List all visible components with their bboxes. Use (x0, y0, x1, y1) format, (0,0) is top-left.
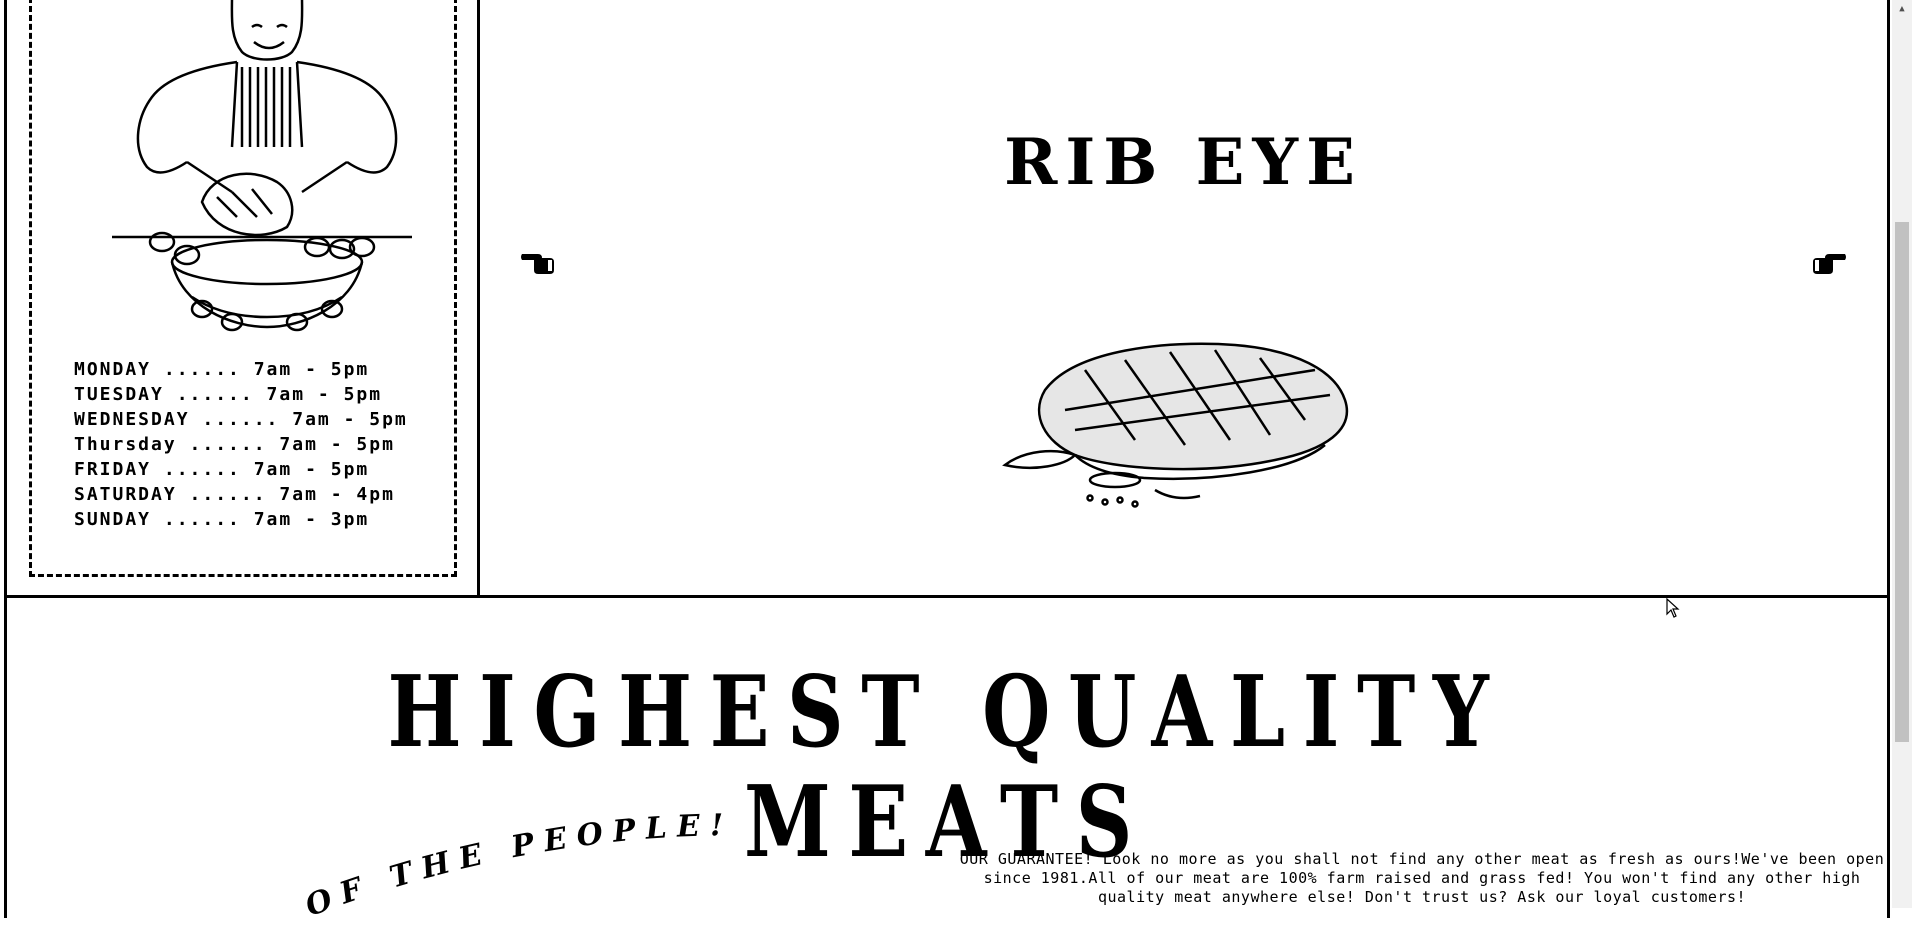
curved-slogan: OF THE PEOPLE! (301, 808, 734, 924)
butcher-illustration (112, 0, 412, 332)
hours-card: MONDAY ...... 7am - 5pm TUESDAY ...... 7… (29, 0, 457, 577)
hours-saturday: SATURDAY ...... 7am - 4pm (74, 484, 395, 505)
page: MONDAY ...... 7am - 5pm TUESDAY ...... 7… (0, 0, 1892, 924)
vertical-scrollbar[interactable]: ▲ (1892, 0, 1912, 908)
mouse-cursor-icon (1666, 598, 1680, 618)
hours-monday: MONDAY ...... 7am - 5pm (74, 359, 370, 380)
svg-text:OF THE PEOPLE!: OF THE PEOPLE! (301, 808, 734, 924)
hours-panel: MONDAY ...... 7am - 5pm TUESDAY ...... 7… (7, 0, 480, 595)
pointing-hand-left-icon[interactable] (520, 246, 556, 276)
hours-tuesday: TUESDAY ...... 7am - 5pm (74, 384, 383, 405)
top-section: MONDAY ...... 7am - 5pm TUESDAY ...... 7… (4, 0, 1890, 598)
hours-wednesday: WEDNESDAY ...... 7am - 5pm (74, 409, 408, 430)
curved-slogan-text: OF THE PEOPLE! (301, 808, 724, 924)
guarantee-text: OUR GUARANTEE! Look no more as you shall… (959, 850, 1885, 906)
slide-title: RIB EYE (1004, 125, 1363, 200)
scroll-thumb[interactable] (1895, 222, 1909, 742)
quality-section: HIGHEST QUALITY MEATS OF THE PEOPLE! OUR… (4, 598, 1890, 924)
steak-illustration (1002, 342, 1349, 508)
scroll-up-arrow-icon[interactable]: ▲ (1892, 0, 1912, 17)
hours-sunday: SUNDAY ...... 7am - 3pm (74, 509, 370, 530)
hours-list: MONDAY ...... 7am - 5pm TUESDAY ...... 7… (74, 357, 408, 532)
pointing-hand-right-icon[interactable] (1811, 246, 1847, 276)
hours-friday: FRIDAY ...... 7am - 5pm (74, 459, 370, 480)
hours-thursday: Thursday ...... 7am - 5pm (74, 434, 395, 455)
product-slider: RIB EYE (480, 0, 1887, 595)
